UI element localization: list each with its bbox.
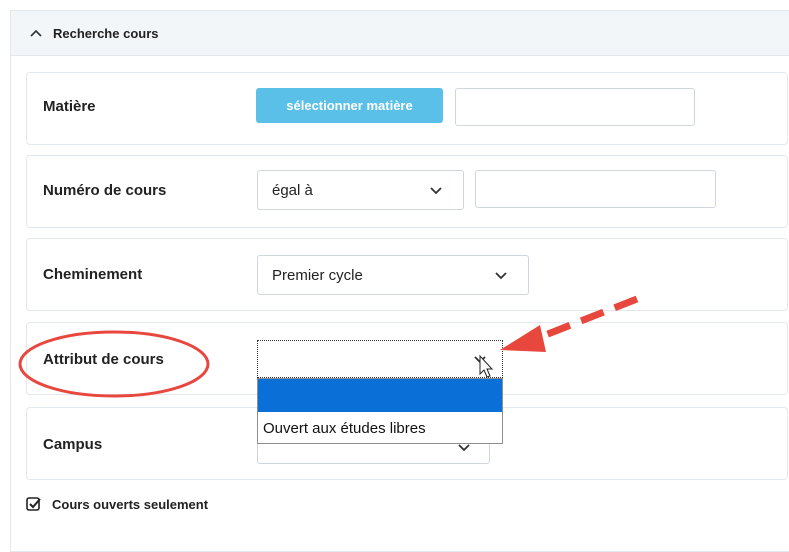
course-attribute-label: Attribut de cours (43, 351, 164, 368)
dropdown-option-open-studies[interactable]: Ouvert aux études libres (258, 412, 502, 444)
path-label: Cheminement (43, 266, 143, 283)
course-attribute-dropdown: Ouvert aux études libres (257, 378, 503, 444)
open-courses-checkbox-row[interactable]: Cours ouverts seulement (26, 496, 208, 512)
checkbox-checked-icon[interactable] (26, 496, 42, 512)
path-select-value: Premier cycle (272, 266, 363, 284)
panel-header[interactable]: Recherche cours (11, 11, 789, 56)
subject-label: Matière (43, 98, 96, 115)
path-select[interactable]: Premier cycle (257, 255, 529, 295)
subject-input[interactable] (455, 88, 695, 126)
course-attribute-select[interactable] (257, 340, 503, 378)
course-number-operator-value: égal à (272, 181, 313, 199)
chevron-down-icon (430, 187, 442, 195)
chevron-down-icon (474, 356, 486, 364)
chevron-up-icon[interactable] (29, 26, 43, 40)
course-number-label: Numéro de cours (43, 182, 167, 199)
course-number-input[interactable] (475, 170, 716, 208)
dropdown-option-blank[interactable] (258, 379, 502, 412)
chevron-down-icon (495, 272, 507, 280)
select-subject-button[interactable]: sélectionner matière (256, 88, 443, 123)
campus-label: Campus (43, 436, 103, 453)
open-courses-label: Cours ouverts seulement (52, 496, 209, 512)
panel-title: Recherche cours (53, 25, 159, 41)
course-number-operator-select[interactable]: égal à (257, 170, 464, 210)
